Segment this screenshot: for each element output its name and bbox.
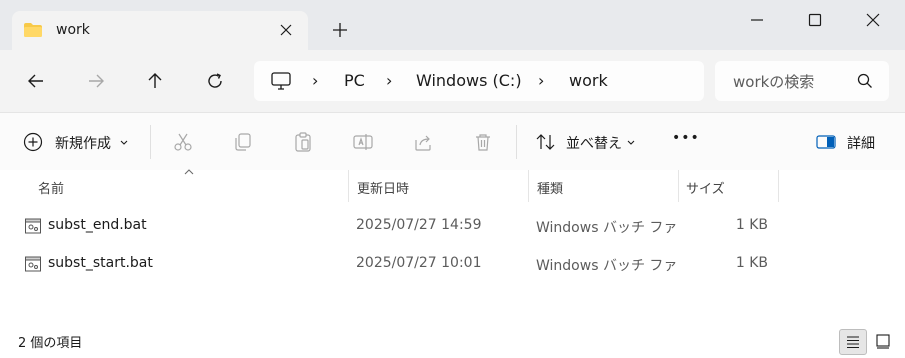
column-header-name[interactable]: 名前 — [38, 178, 64, 197]
refresh-icon[interactable] — [203, 69, 227, 93]
command-bar: 新規作成 並べ替え ••• 詳細 — [0, 112, 905, 171]
tab-title: work — [56, 22, 90, 38]
file-list: 名前 更新日時 種類 サイズ subst_end.bat 2025/07/27 … — [0, 169, 905, 320]
file-size: 1 KB — [735, 255, 768, 271]
column-divider[interactable] — [778, 170, 779, 202]
search-box[interactable]: workの検索 — [715, 61, 889, 101]
minimize-icon[interactable] — [746, 9, 768, 31]
column-divider[interactable] — [678, 170, 679, 202]
paste-icon[interactable] — [292, 131, 314, 153]
tiles-view-icon — [876, 334, 890, 349]
file-row[interactable]: subst_end.bat 2025/07/27 14:59 Windows バ… — [14, 208, 884, 244]
column-header-date[interactable]: 更新日時 — [357, 178, 409, 197]
computer-icon[interactable] — [270, 71, 292, 91]
breadcrumb-pc[interactable]: PC — [344, 71, 365, 90]
status-bar: 2 個の項目 — [0, 320, 905, 357]
tiles-view-button[interactable] — [870, 329, 896, 353]
toolbar-divider — [516, 125, 517, 159]
file-size: 1 KB — [735, 217, 768, 233]
file-date: 2025/07/27 10:01 — [356, 255, 482, 271]
search-icon[interactable] — [856, 72, 874, 90]
back-arrow-icon[interactable] — [24, 69, 48, 93]
column-divider[interactable] — [348, 170, 349, 202]
file-type: Windows バッチ ファイル — [536, 258, 676, 274]
file-row[interactable]: subst_start.bat 2025/07/27 10:01 Windows… — [14, 246, 884, 282]
forward-arrow-icon[interactable] — [84, 69, 108, 93]
chevron-down-icon[interactable] — [118, 131, 130, 153]
sort-button[interactable]: 並べ替え — [566, 133, 622, 153]
navigation-bar: › PC › Windows (C:) › work workの検索 — [0, 50, 905, 112]
up-arrow-icon[interactable] — [143, 69, 167, 93]
details-view-button[interactable] — [839, 329, 867, 355]
more-options-button[interactable]: ••• — [672, 130, 700, 146]
details-pane-icon[interactable] — [815, 131, 837, 153]
column-header-size[interactable]: サイズ — [686, 178, 725, 197]
item-count: 2 個の項目 — [18, 336, 83, 351]
close-icon[interactable] — [276, 20, 296, 40]
file-name[interactable]: subst_end.bat — [48, 217, 147, 233]
copy-icon[interactable] — [232, 131, 254, 153]
sort-icon[interactable] — [535, 131, 557, 153]
details-button[interactable]: 詳細 — [847, 133, 875, 153]
toolbar-divider — [150, 125, 151, 159]
batch-file-icon — [25, 218, 41, 234]
file-date: 2025/07/27 14:59 — [356, 217, 482, 233]
maximize-icon[interactable] — [804, 9, 826, 31]
breadcrumb-drive[interactable]: Windows (C:) — [416, 71, 522, 90]
breadcrumb-separator[interactable]: › — [538, 71, 544, 90]
file-type: Windows バッチ ファイル — [536, 220, 676, 236]
new-tab-icon[interactable] — [330, 20, 350, 40]
breadcrumb-separator[interactable]: › — [312, 71, 318, 90]
rename-icon[interactable] — [352, 131, 374, 153]
chevron-down-icon[interactable] — [625, 131, 637, 153]
window-close-icon[interactable] — [862, 9, 884, 31]
cut-icon[interactable] — [172, 131, 194, 153]
breadcrumb-separator[interactable]: › — [386, 71, 392, 90]
column-divider[interactable] — [528, 170, 529, 202]
address-bar[interactable]: › PC › Windows (C:) › work — [254, 61, 704, 101]
search-placeholder[interactable]: workの検索 — [733, 71, 814, 92]
tab-work[interactable]: work — [12, 11, 308, 50]
new-button[interactable]: 新規作成 — [55, 133, 111, 153]
title-bar: work — [0, 0, 905, 50]
new-plus-icon[interactable] — [22, 131, 44, 153]
file-name[interactable]: subst_start.bat — [48, 255, 153, 271]
share-icon[interactable] — [412, 131, 434, 153]
breadcrumb-work[interactable]: work — [569, 71, 608, 90]
delete-icon[interactable] — [472, 131, 494, 153]
column-header-type[interactable]: 種類 — [537, 178, 563, 197]
folder-icon — [24, 23, 42, 37]
list-view-icon — [847, 336, 859, 349]
batch-file-icon — [25, 256, 41, 272]
sort-ascending-icon — [184, 169, 194, 175]
